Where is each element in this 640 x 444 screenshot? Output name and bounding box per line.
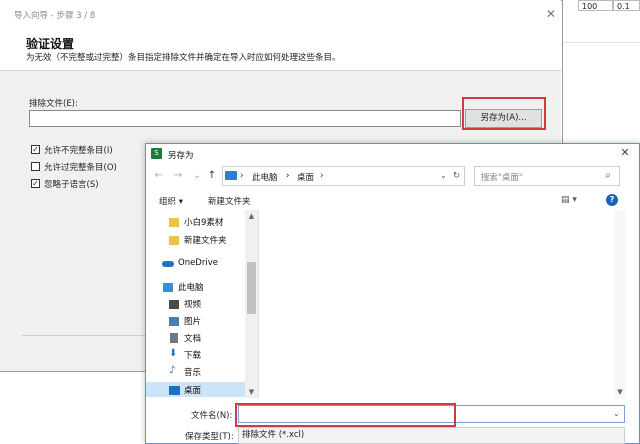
music-icon: ♪ [169, 365, 176, 376]
video-icon [169, 300, 179, 309]
computer-icon [163, 283, 173, 292]
save-as-highlight-box [462, 97, 546, 130]
search-icon[interactable]: ⌕ [602, 170, 614, 182]
save-as-close-icon[interactable]: ✕ [618, 146, 632, 160]
nav-item-label: OneDrive [178, 258, 218, 268]
allow-overcomplete-label: 允许过完整条目(O) [44, 163, 117, 173]
wizard-close-icon[interactable]: ✕ [543, 6, 559, 22]
breadcrumb-this-pc[interactable]: 此电脑 [252, 171, 278, 183]
nav-item-label: 音乐 [184, 368, 202, 378]
file-list-scrollbar[interactable] [614, 210, 626, 398]
wizard-subtitle: 为无效（不完整或过完整）条目指定排除文件并确定在导入时应如何处理这些条目。 [26, 53, 341, 63]
ignore-sublanguage-label: 忽略子语言(S) [44, 180, 99, 190]
refresh-icon[interactable]: ↻ [453, 171, 460, 181]
nav-item-label: 文档 [184, 334, 202, 344]
new-folder-button[interactable]: 新建文件夹 [208, 195, 251, 207]
back-arrow-icon[interactable]: ← [153, 170, 165, 182]
address-dropdown-icon[interactable]: ⌄ [440, 171, 447, 180]
save-as-title: 另存为 [168, 151, 194, 161]
exclude-file-label: 排除文件(E): [29, 99, 78, 109]
scroll-up-arrow-icon[interactable]: ▲ [245, 211, 258, 221]
view-options-icon[interactable]: ▤ ▾ [561, 195, 577, 205]
nav-item-label: 视频 [184, 300, 202, 310]
breadcrumb-chevron[interactable]: › [286, 171, 289, 181]
help-icon[interactable]: ? [606, 194, 618, 206]
nav-item-label: 图片 [184, 317, 202, 327]
filetype-select[interactable]: 排除文件 (*.xcl) [238, 427, 625, 444]
computer-icon [225, 171, 237, 180]
up-arrow-icon[interactable]: ↑ [206, 170, 218, 182]
breadcrumb-chevron[interactable]: › [240, 171, 243, 181]
file-list-area[interactable] [259, 210, 614, 398]
nav-item-label: 小白9素材 [184, 218, 224, 228]
background-gridline [563, 42, 640, 43]
breadcrumb-desktop[interactable]: 桌面 [297, 171, 314, 183]
ignore-sublanguage-checkbox[interactable]: ✓ [31, 179, 40, 188]
search-placeholder: 搜索"桌面" [481, 173, 523, 183]
scroll-thumb[interactable] [247, 262, 256, 314]
filename-dropdown-icon[interactable]: ⌄ [613, 409, 620, 418]
exclude-file-input[interactable] [29, 110, 461, 127]
folder-icon [169, 236, 179, 245]
filetype-label: 保存类型(T): [185, 432, 234, 442]
download-icon: ⬇ [169, 348, 178, 359]
forward-arrow-icon[interactable]: → [172, 170, 184, 182]
recent-dropdown-icon[interactable]: ⌄ [191, 170, 203, 182]
background-cell-value2: 0.1 [613, 0, 640, 11]
allow-incomplete-label: 允许不完整条目(I) [44, 146, 113, 156]
file-scroll-down-arrow-icon[interactable]: ▼ [614, 387, 626, 397]
nav-item-label: 新建文件夹 [184, 236, 227, 246]
filename-label: 文件名(N): [191, 411, 233, 421]
document-icon [170, 333, 178, 343]
background-cell-value: 100 [578, 0, 613, 11]
desktop-icon [169, 386, 180, 395]
wizard-header [0, 28, 561, 71]
wizard-heading: 验证设置 [26, 37, 75, 51]
breadcrumb-chevron[interactable]: › [320, 171, 323, 181]
folder-icon [169, 218, 179, 227]
nav-item-label: 桌面 [184, 386, 202, 396]
organize-menu[interactable]: 组织 ▾ [159, 195, 183, 207]
nav-item-label: 下载 [184, 351, 202, 361]
allow-incomplete-checkbox[interactable]: ✓ [31, 145, 40, 154]
scroll-down-arrow-icon[interactable]: ▼ [245, 387, 258, 397]
nav-item-label: 此电脑 [178, 283, 204, 293]
wizard-title: 导入向导 - 步骤 3 / 8 [14, 11, 96, 21]
filename-highlight-box [235, 403, 456, 427]
app-icon: S [151, 148, 162, 159]
picture-icon [169, 317, 179, 326]
cloud-icon [162, 261, 174, 267]
allow-overcomplete-checkbox[interactable] [31, 162, 40, 171]
